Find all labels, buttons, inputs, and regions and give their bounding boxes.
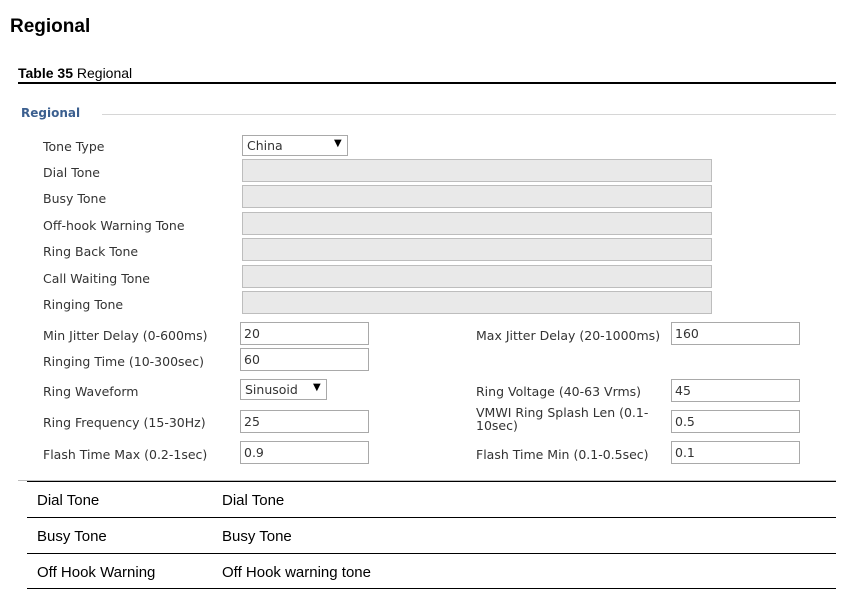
- ring-waveform-value: Sinusoid: [245, 382, 298, 397]
- regional-fieldset: Tone Type China ▼ Dial Tone Busy Tone Of…: [28, 120, 836, 480]
- tone-type-label: Tone Type: [43, 139, 105, 154]
- legend-rule: [102, 114, 836, 115]
- chevron-down-icon: ▼: [313, 382, 321, 393]
- ring-voltage-label: Ring Voltage (40-63 Vrms): [476, 384, 642, 399]
- row-description: Busy Tone: [222, 528, 292, 545]
- row-description: Dial Tone: [222, 492, 285, 509]
- min-jitter-input[interactable]: 20: [240, 322, 369, 345]
- min-jitter-label: Min Jitter Delay (0-600ms): [43, 328, 208, 343]
- definition-table: Dial Tone Dial Tone Busy Tone Busy Tone …: [27, 481, 836, 589]
- busy-tone-input[interactable]: [242, 185, 712, 208]
- ringing-tone-label: Ringing Tone: [43, 297, 124, 312]
- table-number: Table 35: [18, 65, 73, 81]
- table-title: Regional: [76, 65, 133, 81]
- flash-time-max-input[interactable]: 0.9: [240, 441, 369, 464]
- table-row: Dial Tone Dial Tone: [27, 481, 836, 517]
- off-hook-warning-tone-input[interactable]: [242, 212, 712, 235]
- row-description: Off Hook warning tone: [222, 564, 371, 581]
- ringing-time-input[interactable]: 60: [240, 348, 369, 371]
- caption-rule: [18, 82, 836, 84]
- max-jitter-input[interactable]: 160: [671, 322, 800, 345]
- ring-frequency-label: Ring Frequency (15-30Hz): [43, 415, 206, 430]
- regional-settings-panel: Regional Tone Type China ▼ Dial Tone Bus…: [18, 96, 836, 481]
- tone-type-value: China: [247, 138, 283, 153]
- flash-time-max-label: Flash Time Max (0.2-1sec): [43, 447, 208, 462]
- ring-back-tone-label: Ring Back Tone: [43, 244, 139, 259]
- row-term: Off Hook Warning: [37, 564, 156, 581]
- ringing-time-label: Ringing Time (10-300sec): [43, 354, 204, 369]
- chevron-down-icon: ▼: [334, 138, 342, 149]
- section-heading: Regional: [10, 16, 91, 37]
- table-row: Busy Tone Busy Tone: [27, 517, 836, 553]
- dial-tone-label: Dial Tone: [43, 165, 100, 180]
- flash-time-min-input[interactable]: 0.1: [671, 441, 800, 464]
- max-jitter-label: Max Jitter Delay (20-1000ms): [476, 328, 661, 343]
- ring-waveform-select[interactable]: Sinusoid ▼: [240, 379, 327, 400]
- call-waiting-tone-input[interactable]: [242, 265, 712, 288]
- ring-back-tone-input[interactable]: [242, 238, 712, 261]
- row-term: Busy Tone: [37, 528, 107, 545]
- row-term: Dial Tone: [37, 492, 100, 509]
- tone-type-select[interactable]: China ▼: [242, 135, 348, 156]
- fieldset-legend: Regional: [21, 106, 97, 120]
- busy-tone-label: Busy Tone: [43, 191, 107, 206]
- dial-tone-input[interactable]: [242, 159, 712, 182]
- table-row: Off Hook Warning Off Hook warning tone: [27, 553, 836, 589]
- ring-waveform-label: Ring Waveform: [43, 384, 139, 399]
- vmwi-ring-splash-label: VMWI Ring Splash Len (0.1-10sec): [476, 405, 649, 433]
- vmwi-ring-splash-input[interactable]: 0.5: [671, 410, 800, 433]
- flash-time-min-label: Flash Time Min (0.1-0.5sec): [476, 447, 649, 462]
- ring-voltage-input[interactable]: 45: [671, 379, 800, 402]
- off-hook-warning-tone-label: Off-hook Warning Tone: [43, 218, 185, 233]
- ringing-tone-input[interactable]: [242, 291, 712, 314]
- ring-frequency-input[interactable]: 25: [240, 410, 369, 433]
- call-waiting-tone-label: Call Waiting Tone: [43, 271, 150, 286]
- table-caption: Table 35 Regional: [18, 65, 132, 81]
